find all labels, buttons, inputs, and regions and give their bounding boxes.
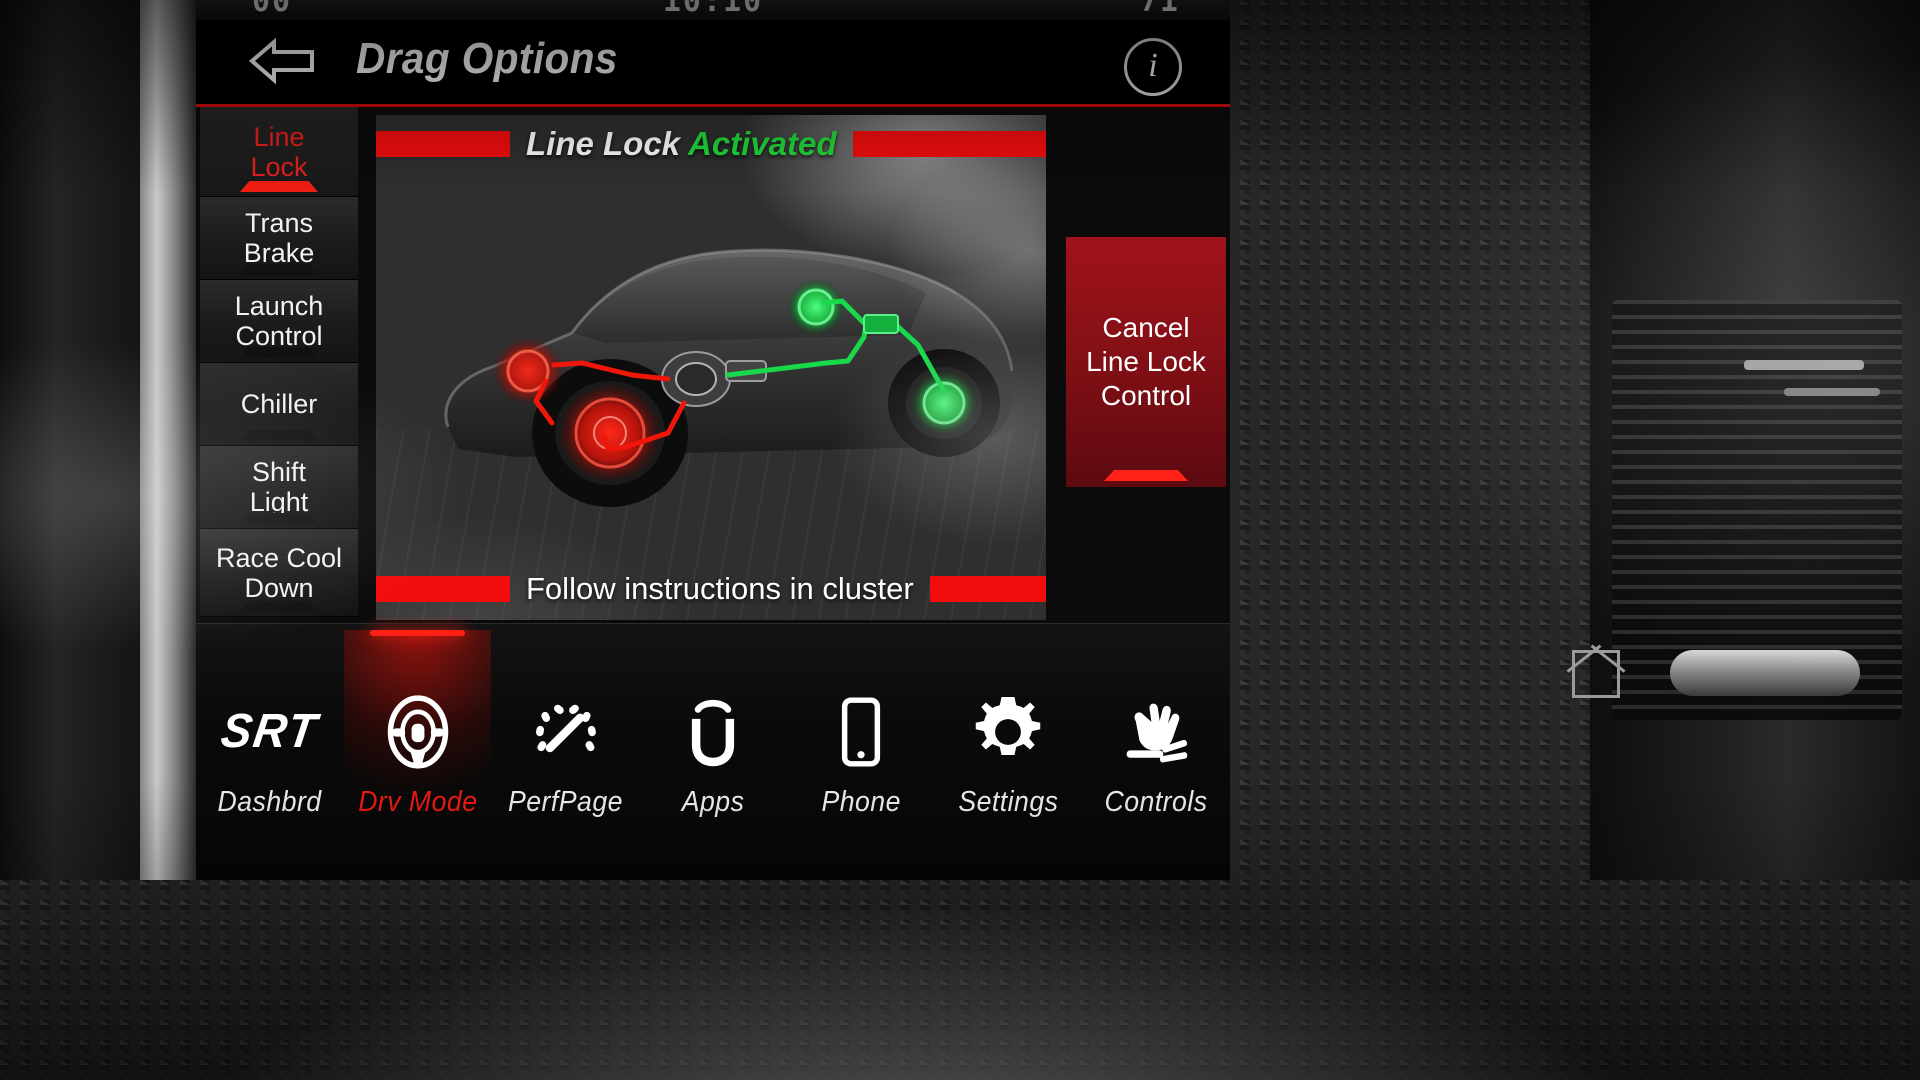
status-bar-temperature: 71 [1139,0,1180,19]
cancel-line-lock-control-button[interactable]: Cancel Line Lock Control [1066,237,1226,487]
uconnect-icon [683,692,743,772]
cancel-button-line3: Control [1100,380,1192,411]
status-bar-clock: 10:10 [662,0,764,19]
back-arrow-icon[interactable] [248,36,316,86]
nav-item-apps-label: Apps [681,785,745,818]
status-banner: Line Lock Activated [376,125,1046,163]
sidebar-item-race-cool-down-line1: Race Cool [215,542,343,573]
sidebar-item-launch-control-indicator [240,347,318,358]
sidebar-item-trans-brake-line1: Trans [244,208,313,238]
vent-highlight-2 [1784,388,1880,396]
nav-item-phone-label: Phone [821,785,901,818]
status-bar-accent-right [852,131,1046,157]
nav-item-settings-label: Settings [958,785,1059,818]
status-bar: 00 10:10 71 [196,0,1230,20]
cancel-button-line2: Line Lock [1086,346,1206,377]
sidebar-item-race-cool-down[interactable]: Race Cool Down [200,529,358,617]
phone-icon [841,692,881,772]
drag-options-menu: Line Lock Trans Brake Launch Control Chi… [200,107,358,627]
right-air-vent [1572,0,1920,880]
sidebar-item-launch-control-line1: Launch [234,291,324,321]
instruction-banner: Follow instructions in cluster [376,571,1046,606]
line-lock-status: Line Lock Activated [526,125,837,163]
nav-item-drv-mode[interactable]: Drv Mode [343,630,492,880]
nav-item-controls[interactable]: Controls [1082,630,1230,880]
nav-item-controls-label: Controls [1104,785,1208,818]
sidebar-item-shift-light-line2: Light [249,487,309,517]
instruction-text: Follow instructions in cluster [526,571,914,606]
gauge-icon [529,692,601,772]
sidebar-item-trans-brake[interactable]: Trans Brake [200,197,358,280]
cancel-button-line1: Cancel [1102,312,1190,343]
hand-seat-icon [1119,692,1193,772]
sidebar-item-chiller-indicator [240,430,318,441]
sidebar-item-line-lock-indicator [240,181,318,192]
page-title: Drag Options [356,34,618,83]
sidebar-item-line-lock-line2: Lock [250,151,308,182]
sidebar-item-trans-brake-indicator [240,264,318,275]
instruction-accent-right [929,576,1046,602]
vent-highlight-1 [1744,360,1864,370]
left-bezel-trim [0,0,196,880]
instruction-accent-left [376,576,510,602]
left-bezel-inner [0,0,140,880]
status-bar-accent-left [376,131,510,157]
nav-item-drv-mode-label: Drv Mode [357,785,478,818]
sidebar-item-race-cool-down-line2: Down [244,572,314,603]
sidebar-item-launch-control[interactable]: Launch Control [200,280,358,363]
nav-item-dashbrd-label: Dashbrd [217,785,322,818]
cancel-button-indicator [1104,470,1188,481]
screen-header: Drag Options i [196,20,1230,104]
dashboard-scene: 00 10:10 71 Drag Options i Line Lock Tra… [0,0,1920,1080]
nav-item-apps[interactable]: Apps [639,630,787,880]
line-lock-status-prefix: Line Lock [526,125,681,162]
sidebar-item-chiller[interactable]: Chiller [200,363,358,446]
nav-item-perfpage-label: PerfPage [507,785,623,818]
infotainment-screen: 00 10:10 71 Drag Options i Line Lock Tra… [196,0,1230,880]
screen-body: Line Lock Trans Brake Launch Control Chi… [196,107,1230,627]
steering-wheel-icon [385,692,451,772]
sidebar-item-line-lock[interactable]: Line Lock [200,107,358,197]
sidebar-item-shift-light-line1: Shift [251,457,307,487]
bottom-navigation-bar: SRT Dashbrd Drv Mode PerfPage Apps Phone… [196,623,1230,880]
sidebar-item-shift-light-indicator [240,513,318,524]
sidebar-item-trans-brake-line2: Brake [243,238,315,268]
srt-logo-icon: SRT [218,705,322,758]
sidebar-item-race-cool-down-indicator [240,601,318,612]
sidebar-item-launch-control-line2: Control [235,321,323,351]
nav-item-settings[interactable]: Settings [935,630,1083,880]
vent-knob[interactable] [1670,650,1860,696]
hazard-button-icon[interactable] [1572,650,1620,698]
info-icon[interactable]: i [1124,38,1182,96]
sidebar-item-chiller-line1: Chiller [240,389,318,419]
nav-item-dashbrd[interactable]: SRT Dashbrd [196,630,344,880]
nav-item-perfpage[interactable]: PerfPage [491,630,639,880]
line-lock-status-state: Activated [687,125,837,162]
gear-icon [973,692,1043,772]
sidebar-item-shift-light[interactable]: Shift Light [200,446,358,529]
sidebar-item-line-lock-line1: Line [253,121,305,152]
dodge-challenger-brake-diagram-icon [396,165,1036,565]
nav-item-phone[interactable]: Phone [787,630,935,880]
line-lock-panel: Line Lock Activated Follow instructions … [376,115,1046,620]
